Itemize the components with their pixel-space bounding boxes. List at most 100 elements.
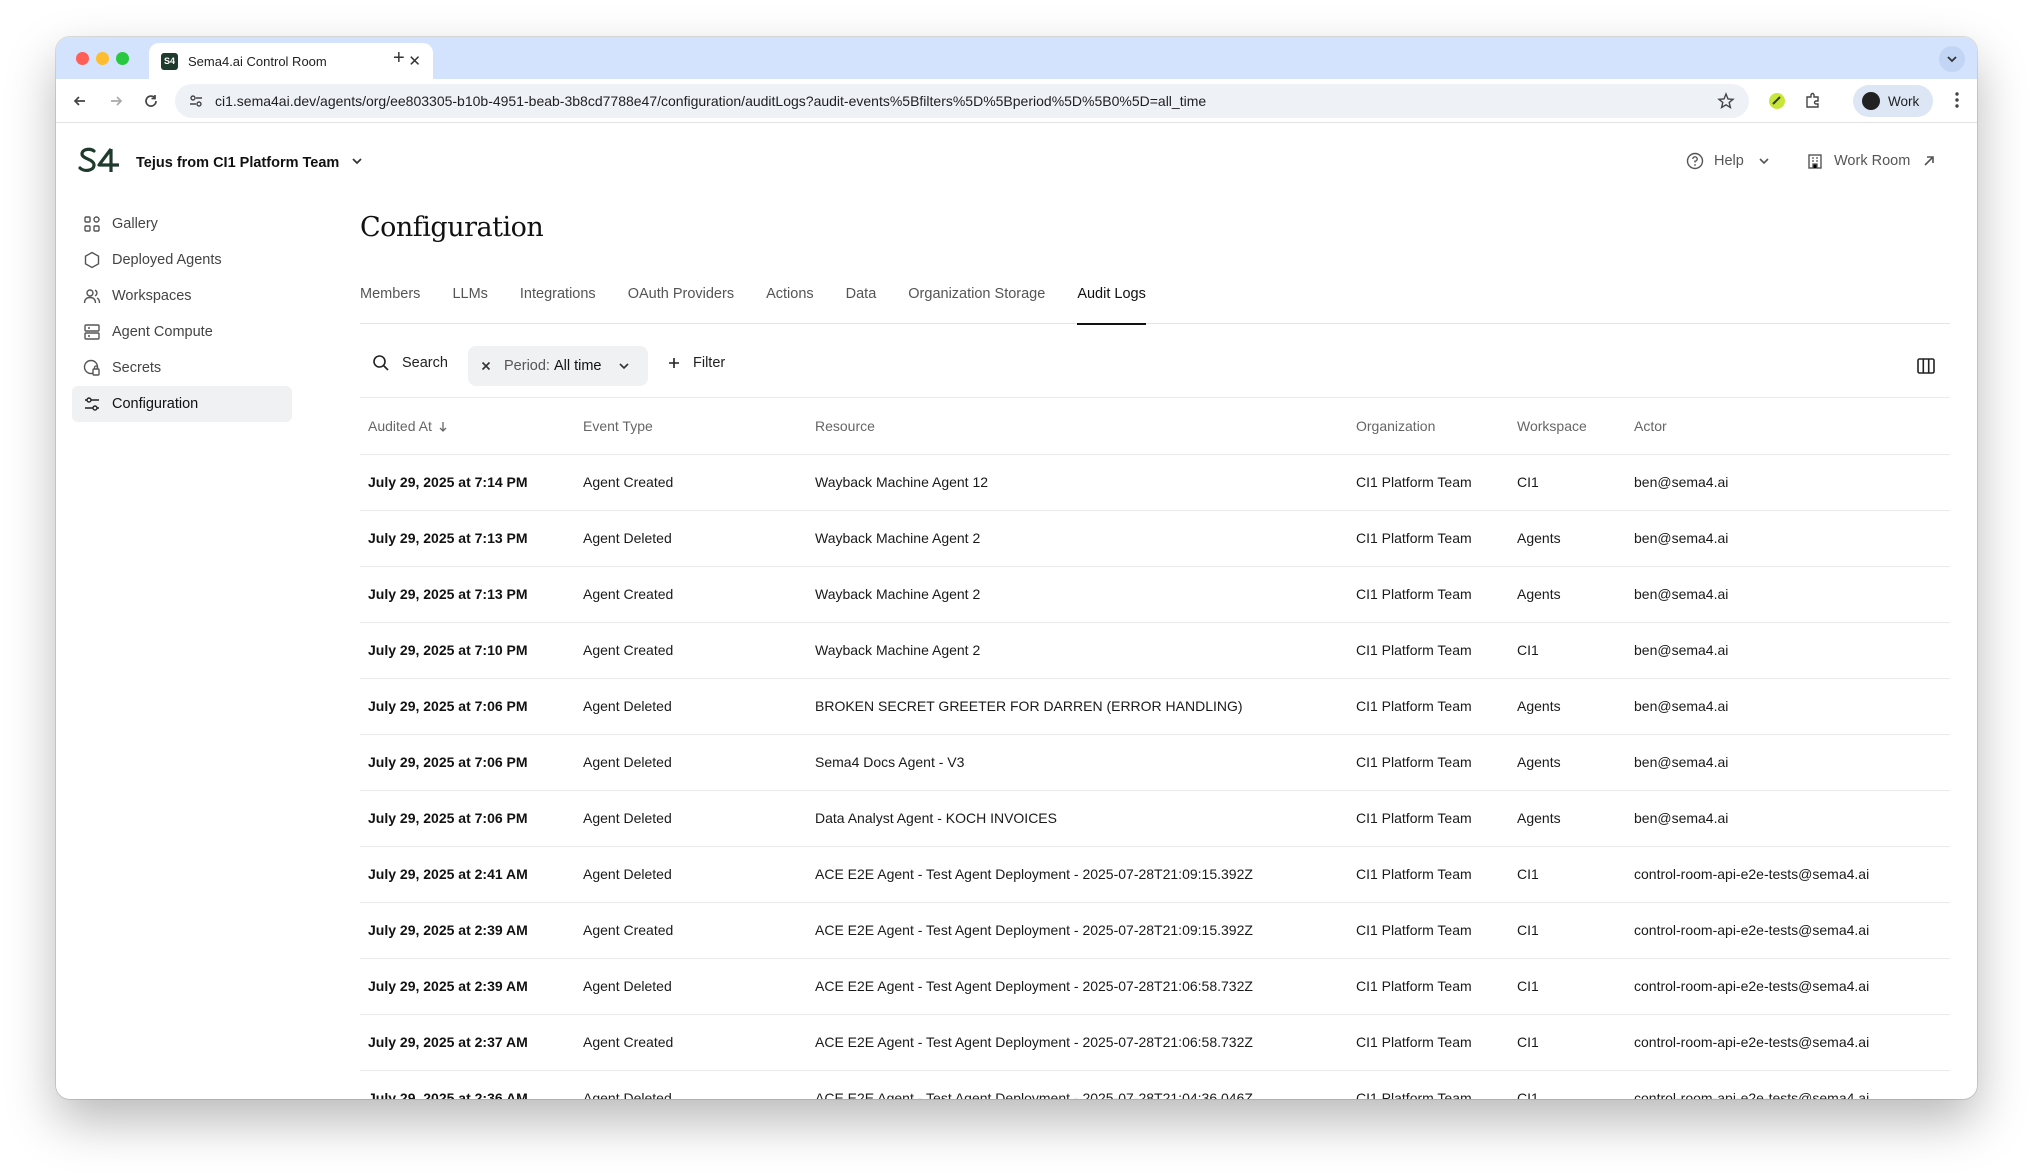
event-type-cell: Agent Created xyxy=(575,566,807,623)
actor-cell: ben@sema4.ai xyxy=(1626,454,1950,511)
bookmark-star-icon[interactable] xyxy=(1717,92,1735,115)
sidebar-item-agent-compute[interactable]: Agent Compute xyxy=(72,314,292,350)
workspace-cell: Agents xyxy=(1509,510,1626,567)
period-filter-chip[interactable]: Period: All time xyxy=(468,346,648,386)
table-header-row: Audited At Event Type Resource Organizat… xyxy=(360,398,1950,455)
resource-cell: ACE E2E Agent - Test Agent Deployment - … xyxy=(807,846,1348,903)
tab-oauth-providers[interactable]: OAuth Providers xyxy=(628,284,734,324)
org-switcher-chevron-icon[interactable] xyxy=(350,154,364,173)
actor-cell: control-room-api-e2e-tests@sema4.ai xyxy=(1626,846,1950,903)
page-title: Configuration xyxy=(360,212,544,243)
table-row[interactable]: July 29, 2025 at 7:10 PM Agent Created Way… xyxy=(360,622,1950,679)
event-type-cell: Agent Created xyxy=(575,454,807,511)
work-room-link[interactable]: Work Room xyxy=(1806,152,1936,170)
table-row[interactable]: July 29, 2025 at 2:39 AM Agent Deleted ACE… xyxy=(360,958,1950,1015)
sema4-logo-icon[interactable] xyxy=(78,146,122,174)
search-button[interactable]: Search xyxy=(372,354,448,372)
close-tab-icon[interactable]: ✕ xyxy=(408,52,421,70)
organization-cell: CI1 Platform Team xyxy=(1348,622,1509,679)
workspace-cell: CI1 xyxy=(1509,846,1626,903)
extension-icon[interactable] xyxy=(1766,90,1788,112)
resource-cell: ACE E2E Agent - Test Agent Deployment - … xyxy=(807,902,1348,959)
tab-audit-logs[interactable]: Audit Logs xyxy=(1077,284,1146,325)
workspace-cell: Agents xyxy=(1509,790,1626,847)
secrets-icon xyxy=(82,358,102,378)
help-label: Help xyxy=(1714,153,1744,169)
resource-cell: Wayback Machine Agent 2 xyxy=(807,510,1348,567)
add-filter-button[interactable]: Filter xyxy=(667,355,725,371)
maximize-window-button[interactable] xyxy=(116,52,129,65)
audited-at-cell: July 29, 2025 at 7:06 PM xyxy=(360,678,575,735)
sidebar-item-gallery[interactable]: Gallery xyxy=(72,206,292,242)
workspace-cell: CI1 xyxy=(1509,902,1626,959)
workspace-cell: CI1 xyxy=(1509,958,1626,1015)
column-header-workspace[interactable]: Workspace xyxy=(1509,398,1626,455)
help-menu[interactable]: Help xyxy=(1686,152,1770,170)
gallery-icon xyxy=(82,214,102,234)
event-type-cell: Agent Deleted xyxy=(575,734,807,791)
actor-cell: control-room-api-e2e-tests@sema4.ai xyxy=(1626,1070,1950,1099)
minimize-window-button[interactable] xyxy=(96,52,109,65)
new-tab-icon[interactable]: + xyxy=(393,46,405,70)
back-icon[interactable] xyxy=(69,90,91,112)
table-row[interactable]: July 29, 2025 at 2:41 AM Agent Deleted ACE… xyxy=(360,846,1950,903)
tab-data[interactable]: Data xyxy=(846,284,877,324)
sidebar-item-workspaces[interactable]: Workspaces xyxy=(72,278,292,314)
tab-members[interactable]: Members xyxy=(360,284,420,324)
reload-icon[interactable] xyxy=(140,90,162,112)
actor-cell: control-room-api-e2e-tests@sema4.ai xyxy=(1626,902,1950,959)
table-row[interactable]: July 29, 2025 at 2:37 AM Agent Created ACE… xyxy=(360,1014,1950,1071)
tab-integrations[interactable]: Integrations xyxy=(520,284,596,324)
sidebar-item-label: Configuration xyxy=(112,396,199,412)
columns-toggle-icon[interactable] xyxy=(1916,356,1936,381)
table-row[interactable]: July 29, 2025 at 2:36 AM Agent Deleted ACE… xyxy=(360,1070,1950,1099)
help-icon xyxy=(1686,152,1704,170)
table-row[interactable]: July 29, 2025 at 7:13 PM Agent Created Way… xyxy=(360,566,1950,623)
table-row[interactable]: July 29, 2025 at 7:06 PM Agent Deleted BRO… xyxy=(360,678,1950,735)
table-row[interactable]: July 29, 2025 at 7:14 PM Agent Created Way… xyxy=(360,454,1950,511)
forward-icon[interactable] xyxy=(105,90,127,112)
period-value: All time xyxy=(553,358,602,374)
address-bar[interactable]: ci1.sema4ai.dev/agents/org/ee803305-b10b… xyxy=(175,84,1749,118)
site-settings-icon[interactable] xyxy=(181,93,211,109)
remove-filter-icon[interactable] xyxy=(480,360,492,372)
table-row[interactable]: July 29, 2025 at 7:13 PM Agent Deleted Way… xyxy=(360,510,1950,567)
table-row[interactable]: July 29, 2025 at 7:06 PM Agent Deleted Dat… xyxy=(360,790,1950,847)
profile-button[interactable]: Work xyxy=(1853,85,1933,117)
table-row[interactable]: July 29, 2025 at 2:39 AM Agent Created ACE… xyxy=(360,902,1950,959)
search-icon xyxy=(373,355,389,371)
event-type-cell: Agent Deleted xyxy=(575,678,807,735)
external-link-icon xyxy=(1924,156,1935,166)
column-header-audited-at[interactable]: Audited At xyxy=(360,398,575,455)
sort-descending-icon xyxy=(439,422,447,432)
tab-actions[interactable]: Actions xyxy=(766,284,814,324)
tab-organization-storage[interactable]: Organization Storage xyxy=(908,284,1045,324)
extensions-puzzle-icon[interactable] xyxy=(1802,90,1824,112)
resource-cell: ACE E2E Agent - Test Agent Deployment - … xyxy=(807,1014,1348,1071)
audited-at-cell: July 29, 2025 at 7:06 PM xyxy=(360,790,575,847)
column-header-resource[interactable]: Resource xyxy=(807,398,1348,455)
avatar xyxy=(1862,92,1880,110)
sidebar-item-label: Gallery xyxy=(112,216,158,232)
tab-search-icon[interactable] xyxy=(1939,46,1965,72)
tab-llms[interactable]: LLMs xyxy=(452,284,487,324)
sidebar-item-secrets[interactable]: Secrets xyxy=(72,350,292,386)
org-name[interactable]: Tejus from CI1 Platform Team xyxy=(136,155,339,171)
column-header-event-type[interactable]: Event Type xyxy=(575,398,807,455)
close-window-button[interactable] xyxy=(76,52,89,65)
organization-cell: CI1 Platform Team xyxy=(1348,678,1509,735)
browser-tab[interactable]: S4 Sema4.ai Control Room ✕ xyxy=(149,43,433,79)
sidebar-item-deployed-agents[interactable]: Deployed Agents xyxy=(72,242,292,278)
sidebar-item-configuration[interactable]: Configuration xyxy=(72,386,292,422)
workspace-cell: Agents xyxy=(1509,734,1626,791)
chevron-down-icon xyxy=(618,363,629,370)
more-menu-icon[interactable] xyxy=(1949,90,1965,115)
audited-at-cell: July 29, 2025 at 7:10 PM xyxy=(360,622,575,679)
actor-cell: ben@sema4.ai xyxy=(1626,678,1950,735)
column-header-actor[interactable]: Actor xyxy=(1626,398,1950,455)
column-header-organization[interactable]: Organization xyxy=(1348,398,1509,455)
actor-cell: ben@sema4.ai xyxy=(1626,510,1950,567)
organization-cell: CI1 Platform Team xyxy=(1348,454,1509,511)
table-row[interactable]: July 29, 2025 at 7:06 PM Agent Deleted Sem… xyxy=(360,734,1950,791)
sliders-icon xyxy=(82,394,102,414)
